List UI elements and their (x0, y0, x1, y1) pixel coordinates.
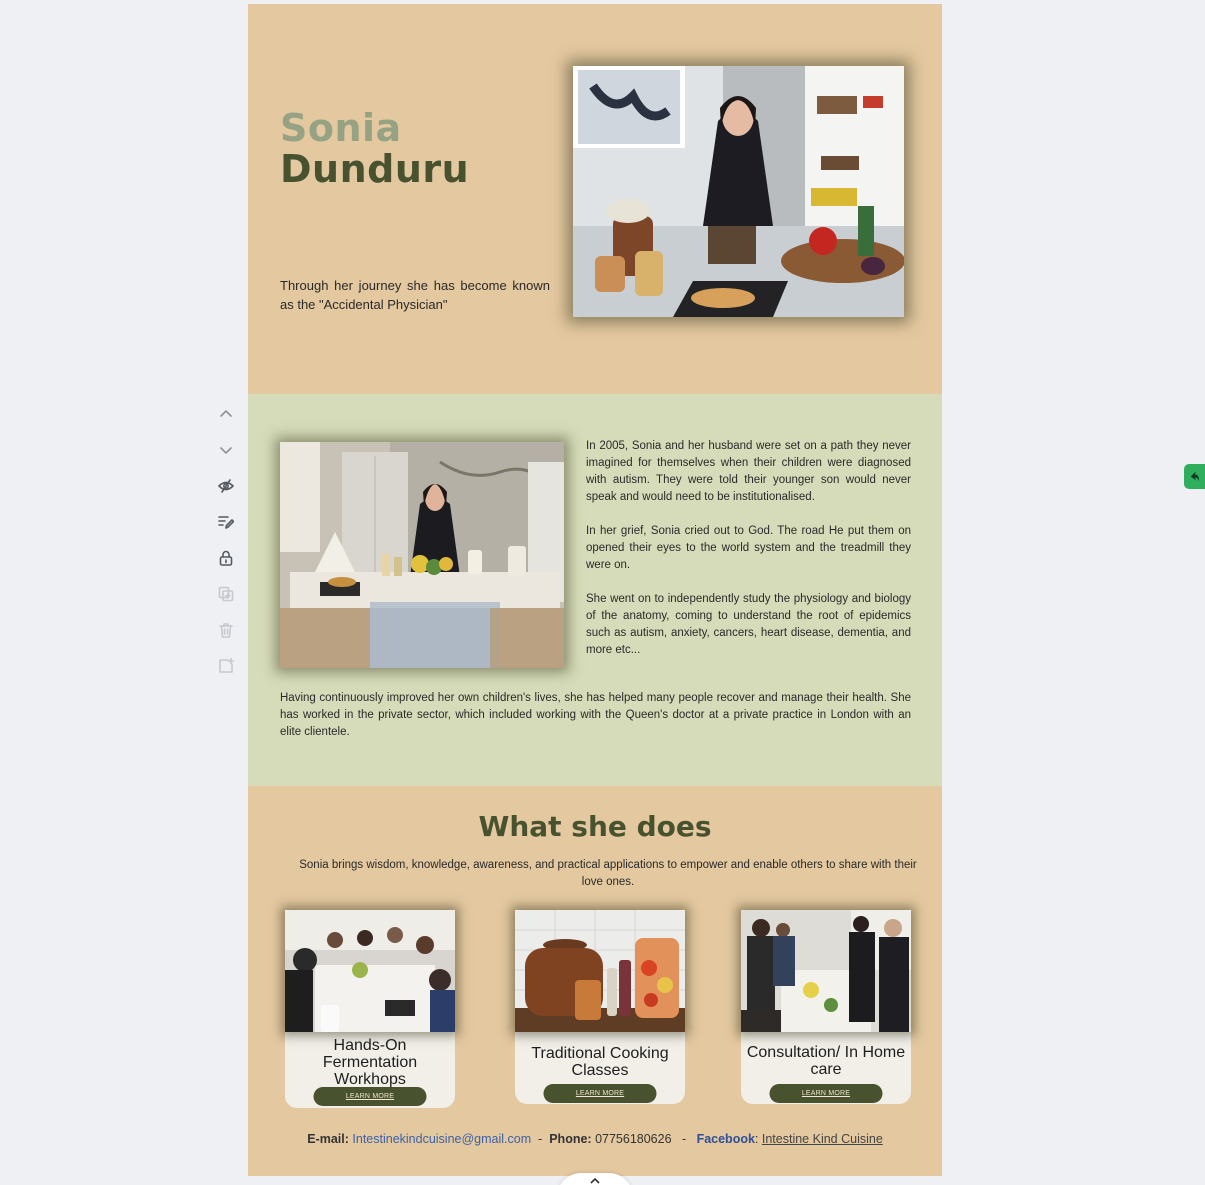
duplicate-button[interactable] (212, 576, 240, 612)
editor-toolbar (212, 396, 240, 684)
about-paragraph: In her grief, Sonia cried out to God. Th… (586, 525, 911, 571)
separator: - (681, 1132, 687, 1146)
service-card-title: Consultation/ In Home care (746, 1044, 906, 1078)
add-page-button[interactable] (212, 648, 240, 684)
side-widget-button[interactable] (1184, 464, 1205, 489)
facebook-link[interactable]: Intestine Kind Cuisine (762, 1132, 883, 1146)
services-section[interactable]: What she does Sonia brings wisdom, knowl… (248, 786, 942, 1176)
trash-icon (219, 623, 233, 638)
add-page-icon (219, 658, 234, 673)
arrow-icon (1190, 471, 1200, 482)
service-card-consultation[interactable]: Consultation/ In Home care LEARN MORE (741, 910, 911, 1104)
lock-button[interactable] (212, 540, 240, 576)
email-link[interactable]: Intestinekindcuisine@gmail.com (352, 1132, 531, 1146)
consultation-group-photo (741, 910, 911, 1032)
phone-number: 07756180626 (595, 1132, 672, 1146)
services-subtitle: Sonia brings wisdom, knowledge, awarenes… (299, 859, 917, 888)
last-name-heading: Dunduru (280, 147, 470, 191)
edit-button[interactable] (212, 504, 240, 540)
about-paragraph: In 2005, Sonia and her husband were set … (586, 440, 911, 503)
fermentation-workshop-photo (285, 910, 455, 1032)
hero-portrait-photo (573, 66, 904, 317)
lock-icon (219, 550, 233, 566)
duplicate-icon (218, 586, 234, 602)
service-card-title: Traditional Cooking Classes (531, 1045, 669, 1079)
delete-button[interactable] (212, 612, 240, 648)
first-name-heading: Sonia (280, 106, 402, 150)
learn-more-button[interactable]: LEARN MORE (313, 1087, 427, 1106)
services-heading: What she does (478, 810, 712, 843)
learn-more-button[interactable]: LEARN MORE (543, 1084, 657, 1103)
page-canvas: Sonia Dunduru Through her journey she ha… (248, 4, 942, 1176)
chevron-down-icon (220, 447, 232, 454)
service-card-title: Hands-On Fermentation Workhops (322, 1037, 418, 1088)
hide-button[interactable] (212, 468, 240, 504)
learn-more-button[interactable]: LEARN MORE (769, 1084, 883, 1103)
cooking-jars-photo (515, 910, 685, 1032)
separator: - (538, 1132, 543, 1146)
contact-footer: E-mail: Intestinekindcuisine@gmail.com -… (307, 1132, 883, 1146)
move-up-button[interactable] (212, 396, 240, 432)
facebook-label: Facebook (696, 1132, 755, 1146)
hero-tagline: Through her journey she has become known… (280, 278, 550, 312)
chevron-up-icon (590, 1177, 600, 1184)
about-story: In 2005, Sonia and her husband were set … (586, 438, 911, 676)
kitchen-demo-photo (280, 442, 564, 668)
phone-label: Phone: (549, 1132, 592, 1146)
edit-icon (218, 516, 234, 529)
email-label: E-mail: (307, 1132, 349, 1146)
hide-icon (218, 479, 234, 493)
move-down-button[interactable] (212, 432, 240, 468)
about-paragraph: She went on to independently study the p… (586, 593, 911, 656)
about-career-paragraph: Having continuously improved her own chi… (280, 692, 911, 738)
about-section[interactable]: In 2005, Sonia and her husband were set … (248, 394, 942, 786)
hero-section[interactable]: Sonia Dunduru Through her journey she ha… (248, 4, 942, 394)
service-card-cooking[interactable]: Traditional Cooking Classes LEARN MORE (515, 910, 685, 1104)
service-card-fermentation[interactable]: Hands-On Fermentation Workhops LEARN MOR… (285, 910, 455, 1108)
chevron-up-icon (220, 410, 232, 417)
